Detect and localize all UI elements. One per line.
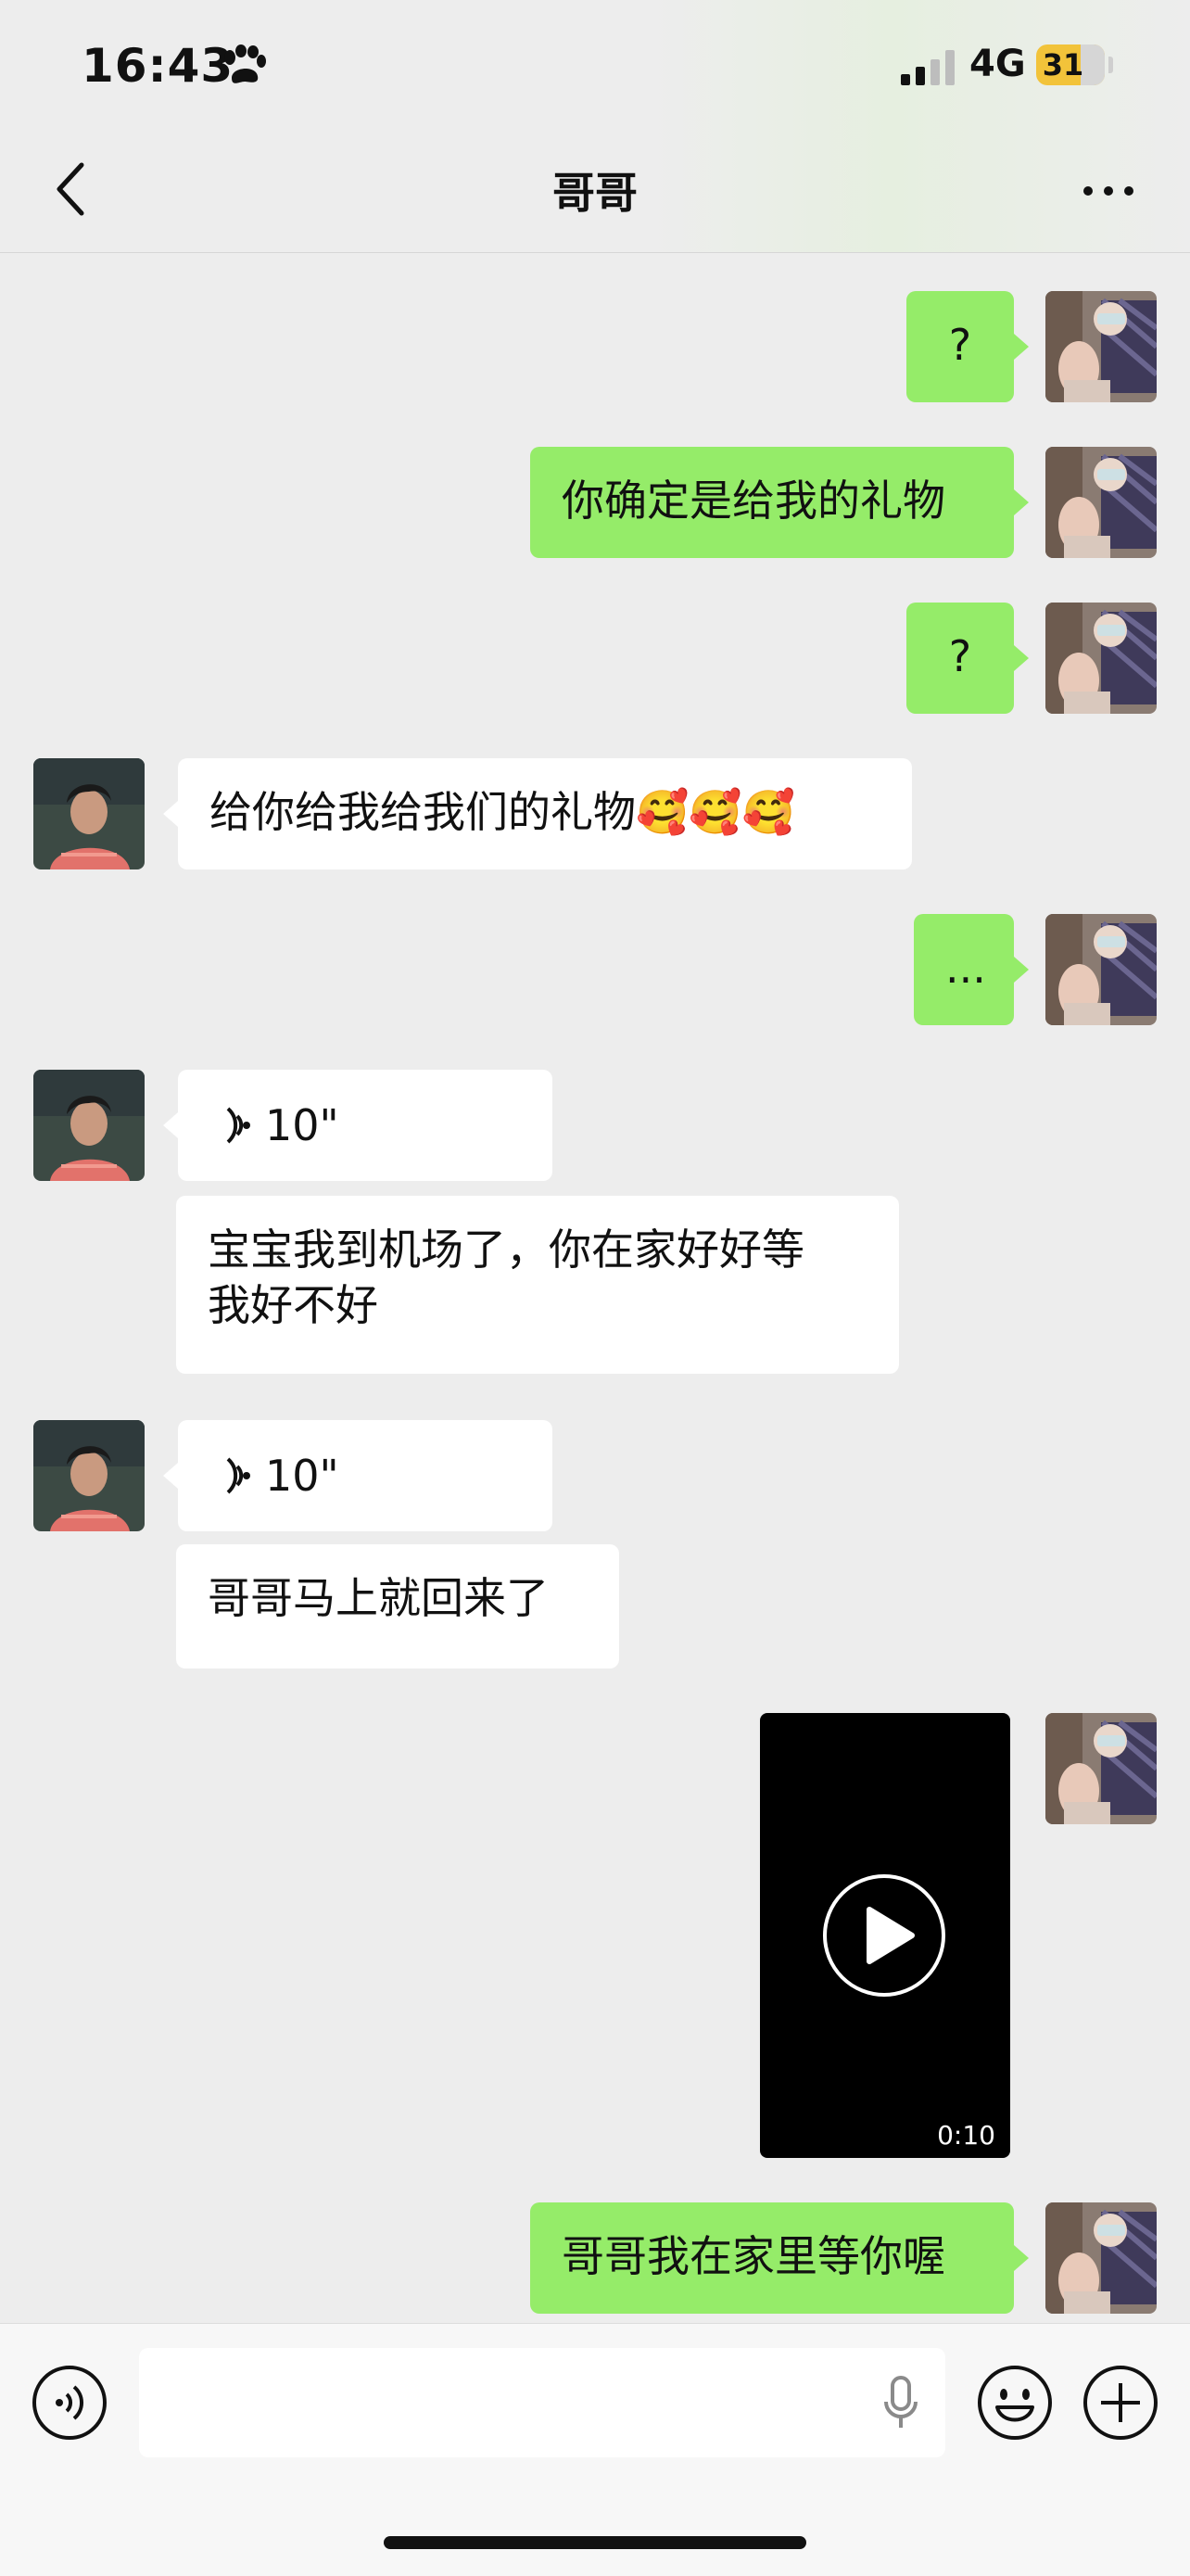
microphone-icon[interactable]: [882, 2376, 919, 2431]
chat-title: 哥哥: [552, 168, 638, 218]
my-message-bubble[interactable]: ?: [906, 603, 1014, 714]
battery-icon: 31: [1036, 44, 1105, 85]
voice-duration: 10": [265, 1451, 339, 1501]
my-avatar[interactable]: [1045, 914, 1157, 1025]
bubble-tail: [1014, 2245, 1029, 2271]
video-message[interactable]: 0:10: [760, 1713, 1010, 2158]
my-avatar[interactable]: [1045, 291, 1157, 402]
video-duration: 0:10: [937, 2120, 995, 2151]
emoji-icon[interactable]: [977, 2365, 1053, 2441]
bubble-tail: [163, 1463, 178, 1489]
contact-message-bubble[interactable]: 给你给我给我们的礼物🥰🥰🥰: [178, 758, 912, 869]
battery-level: 31: [1042, 47, 1084, 82]
contact-message-bubble[interactable]: 哥哥马上就回来了: [176, 1544, 619, 1669]
message-text: 给你给我给我们的礼物: [209, 787, 636, 837]
voice-wave-icon: [226, 1107, 250, 1144]
bubble-tail: [1014, 334, 1029, 360]
voice-message-bubble[interactable]: 10": [178, 1420, 552, 1531]
voice-message-bubble[interactable]: 10": [178, 1070, 552, 1181]
voice-icon[interactable]: [32, 2365, 108, 2441]
paw-icon: [224, 44, 266, 83]
more-dots-icon[interactable]: [1081, 182, 1136, 200]
contact-avatar[interactable]: [33, 758, 145, 869]
my-avatar[interactable]: [1045, 447, 1157, 558]
bubble-tail: [163, 1112, 178, 1138]
my-avatar[interactable]: [1045, 2202, 1157, 2314]
play-icon[interactable]: [821, 1872, 947, 1999]
emoji-text: 🥰🥰🥰: [636, 787, 795, 837]
contact-message-bubble[interactable]: 宝宝我到机场了，你在家好好等 我好不好: [176, 1196, 899, 1374]
contact-avatar[interactable]: [33, 1070, 145, 1181]
my-message-bubble[interactable]: ?: [906, 291, 1014, 402]
message-line: 我好不好: [208, 1280, 378, 1330]
my-message-bubble[interactable]: ...: [914, 914, 1014, 1025]
my-avatar[interactable]: [1045, 603, 1157, 714]
top-bar: 16:43 4G 31 哥哥: [0, 0, 1190, 253]
my-avatar[interactable]: [1045, 1713, 1157, 1824]
home-indicator: [384, 2536, 806, 2549]
signal-icon: [901, 50, 955, 85]
bubble-tail: [163, 801, 178, 827]
message-input[interactable]: [139, 2348, 945, 2457]
network-type: 4G: [969, 43, 1026, 85]
my-message-bubble[interactable]: 哥哥我在家里等你喔: [530, 2202, 1014, 2314]
contact-avatar[interactable]: [33, 1420, 145, 1531]
bubble-tail: [1014, 489, 1029, 515]
message-line: 宝宝我到机场了，你在家好好等: [208, 1225, 804, 1275]
battery-nub: [1108, 57, 1113, 73]
bubble-tail: [1014, 957, 1029, 983]
voice-wave-icon: [226, 1457, 250, 1494]
voice-duration: 10": [265, 1100, 339, 1150]
plus-icon[interactable]: [1082, 2365, 1158, 2441]
my-message-bubble[interactable]: 你确定是给我的礼物: [530, 447, 1014, 558]
bubble-tail: [1014, 645, 1029, 671]
status-time: 16:43: [82, 39, 234, 93]
